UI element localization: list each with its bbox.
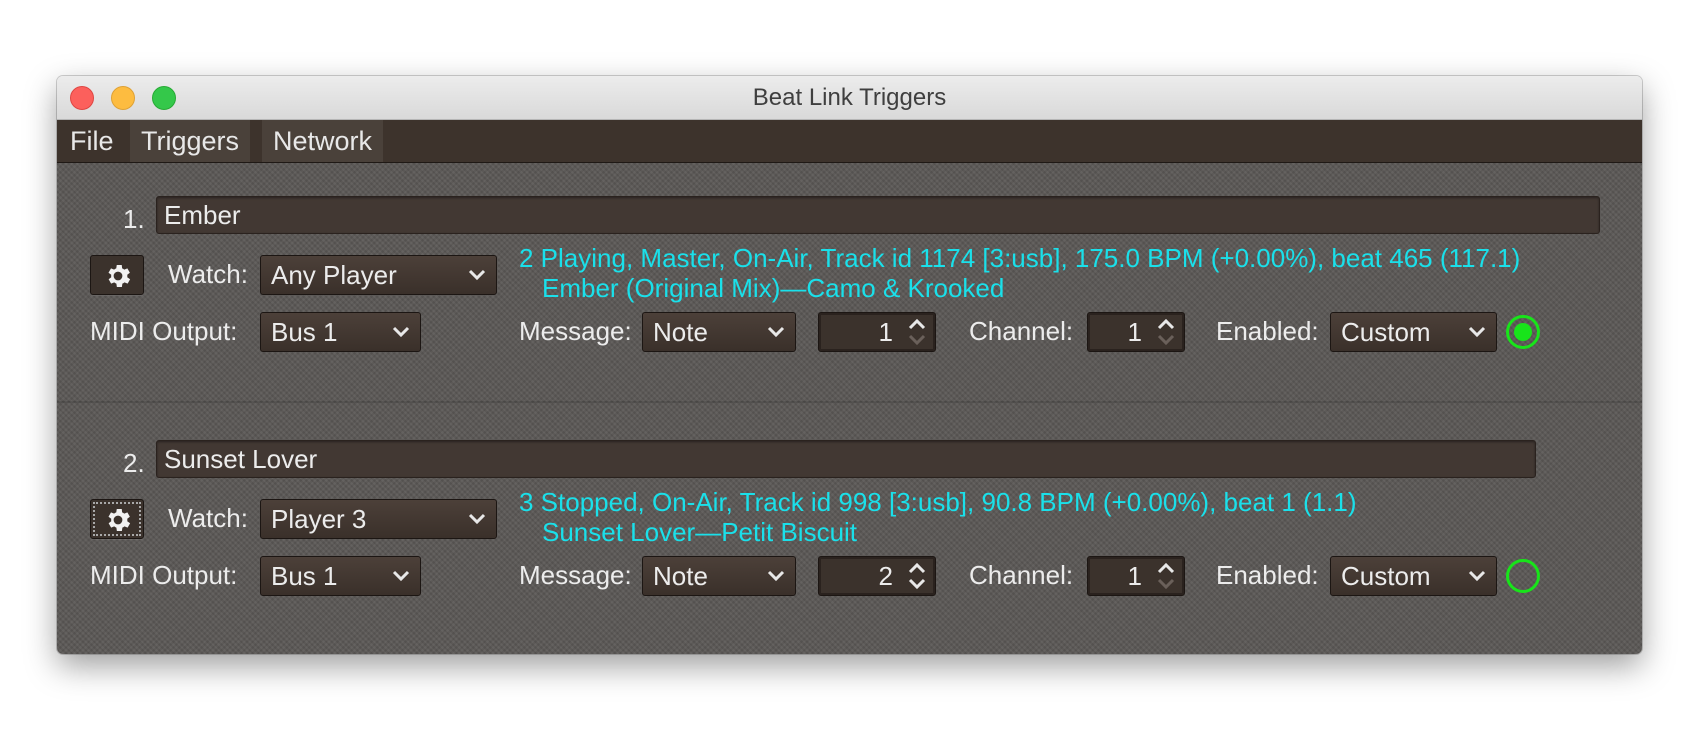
channel-label: Channel: <box>969 560 1074 590</box>
menu-file[interactable]: File <box>59 120 125 162</box>
message-label: Message: <box>519 560 632 590</box>
message-dropdown[interactable]: Note <box>642 556 796 596</box>
midi-output-value: Bus 1 <box>271 317 338 347</box>
watch-dropdown[interactable]: Player 3 <box>260 499 497 539</box>
trigger-name-field[interactable]: Sunset Lover <box>156 440 1536 478</box>
channel-spinner[interactable]: 1 <box>1087 312 1185 352</box>
note-spinner[interactable]: 1 <box>818 312 936 352</box>
trigger-active-indicator <box>1506 559 1540 593</box>
trigger-settings-button[interactable] <box>90 499 144 539</box>
player-status-line: 2 Playing, Master, On-Air, Track id 1174… <box>519 243 1521 273</box>
message-label: Message: <box>519 316 632 346</box>
title-bar[interactable]: Beat Link Triggers <box>57 76 1642 120</box>
enabled-label: Enabled: <box>1216 560 1319 590</box>
trigger-index: 2. <box>123 448 145 478</box>
spinner-arrows-icon[interactable] <box>1156 316 1176 348</box>
trigger-row-2: 2. Sunset Lover Watch: Player 3 3 Stoppe… <box>57 407 1642 647</box>
channel-value: 1 <box>1127 561 1142 591</box>
message-value: Note <box>653 561 708 591</box>
enabled-value: Custom <box>1341 317 1431 347</box>
trigger-row-1: 1. Ember Watch: Any Player 2 Playing, Ma… <box>57 163 1642 403</box>
watch-dropdown[interactable]: Any Player <box>260 255 497 295</box>
note-value: 1 <box>878 317 893 347</box>
chevron-down-icon <box>767 326 785 338</box>
menu-bar: File Triggers Network <box>57 120 1642 163</box>
gear-icon <box>108 509 131 531</box>
spinner-arrows-icon[interactable] <box>1156 560 1176 592</box>
message-value: Note <box>653 317 708 347</box>
midi-output-dropdown[interactable]: Bus 1 <box>260 556 421 596</box>
trigger-active-indicator <box>1506 315 1540 349</box>
menu-triggers[interactable]: Triggers <box>130 120 251 162</box>
enabled-dropdown[interactable]: Custom <box>1330 556 1497 596</box>
watch-label: Watch: <box>168 259 248 289</box>
message-dropdown[interactable]: Note <box>642 312 796 352</box>
midi-output-value: Bus 1 <box>271 561 338 591</box>
channel-spinner[interactable]: 1 <box>1087 556 1185 596</box>
chevron-down-icon <box>1468 570 1486 582</box>
watch-value: Player 3 <box>271 504 367 534</box>
triggers-panel: 1. Ember Watch: Any Player 2 Playing, Ma… <box>57 163 1642 654</box>
gear-icon <box>108 265 131 287</box>
chevron-down-icon <box>392 570 410 582</box>
trigger-settings-button[interactable] <box>90 255 144 295</box>
chevron-down-icon <box>468 269 486 281</box>
row-divider <box>57 401 1642 403</box>
enabled-label: Enabled: <box>1216 316 1319 346</box>
track-info-line: Sunset Lover—Petit Biscuit <box>542 517 858 547</box>
track-info-line: Ember (Original Mix)—Camo & Krooked <box>542 273 1005 303</box>
window-title: Beat Link Triggers <box>752 84 947 111</box>
channel-label: Channel: <box>969 316 1074 346</box>
spinner-arrows-icon[interactable] <box>907 316 927 348</box>
watch-label: Watch: <box>168 503 248 533</box>
channel-value: 1 <box>1127 317 1142 347</box>
app-window: Beat Link Triggers File Triggers Network… <box>57 76 1642 654</box>
trigger-index: 1. <box>123 204 145 234</box>
player-status-line: 3 Stopped, On-Air, Track id 998 [3:usb],… <box>519 487 1357 517</box>
midi-output-label: MIDI Output: <box>90 560 238 590</box>
enabled-dropdown[interactable]: Custom <box>1330 312 1497 352</box>
trigger-name-field[interactable]: Ember <box>156 196 1600 234</box>
chevron-down-icon <box>1468 326 1486 338</box>
watch-value: Any Player <box>271 260 397 290</box>
note-spinner[interactable]: 2 <box>818 556 936 596</box>
midi-output-label: MIDI Output: <box>90 316 238 346</box>
note-value: 2 <box>878 561 893 591</box>
menu-network[interactable]: Network <box>262 120 384 162</box>
midi-output-dropdown[interactable]: Bus 1 <box>260 312 421 352</box>
enabled-value: Custom <box>1341 561 1431 591</box>
chevron-down-icon <box>392 326 410 338</box>
chevron-down-icon <box>767 570 785 582</box>
chevron-down-icon <box>468 513 486 525</box>
spinner-arrows-icon[interactable] <box>907 560 927 592</box>
